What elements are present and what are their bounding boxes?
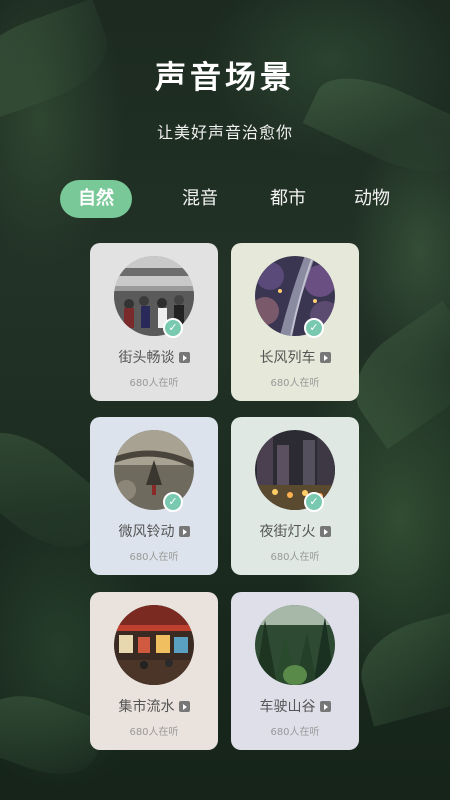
- selected-check-icon: ✓: [163, 318, 183, 338]
- tab-mix[interactable]: 混音: [164, 180, 236, 218]
- scene-card[interactable]: ✓ 街头畅谈 680人在听: [90, 243, 218, 401]
- play-icon[interactable]: [319, 526, 331, 537]
- play-icon[interactable]: [178, 352, 190, 363]
- page-header: 声音场景 让美好声音治愈你: [0, 52, 450, 143]
- listener-count: 680人在听: [129, 727, 179, 738]
- play-icon[interactable]: [178, 701, 190, 712]
- scene-name: 微风铃动: [90, 521, 218, 541]
- listener-count: 680人在听: [129, 378, 179, 389]
- play-icon[interactable]: [319, 352, 331, 363]
- selected-check-icon: ✓: [304, 492, 324, 512]
- tab-animals[interactable]: 动物: [336, 180, 408, 218]
- scene-card[interactable]: 集市流水 680人在听: [90, 592, 218, 750]
- selected-check-icon: ✓: [304, 318, 324, 338]
- scene-thumbnail: [114, 605, 194, 685]
- page-subtitle: 让美好声音治愈你: [156, 123, 293, 142]
- scene-name: 长风列车: [231, 347, 359, 367]
- tab-city[interactable]: 都市: [252, 180, 324, 218]
- scene-card[interactable]: ✓ 微风铃动 680人在听: [90, 417, 218, 575]
- selected-check-icon: ✓: [163, 492, 183, 512]
- listener-count: 680人在听: [270, 378, 320, 389]
- scene-card[interactable]: ✓ 夜街灯火 680人在听: [231, 417, 359, 575]
- scene-name: 车驶山谷: [231, 696, 359, 716]
- page-title: 声音场景: [155, 60, 295, 96]
- scene-thumbnail: [255, 605, 335, 685]
- scene-name: 街头畅谈: [90, 347, 218, 367]
- scene-card[interactable]: 车驶山谷 680人在听: [231, 592, 359, 750]
- background-leaf: [350, 603, 450, 727]
- scene-name: 夜街灯火: [231, 521, 359, 541]
- scene-name: 集市流水: [90, 696, 218, 716]
- listener-count: 680人在听: [129, 552, 179, 563]
- play-icon[interactable]: [178, 526, 190, 537]
- listener-count: 680人在听: [270, 727, 320, 738]
- listener-count: 680人在听: [270, 552, 320, 563]
- tab-nature[interactable]: 自然: [60, 180, 132, 218]
- scene-card[interactable]: ✓ 长风列车 680人在听: [231, 243, 359, 401]
- play-icon[interactable]: [319, 701, 331, 712]
- category-tabs: 自然 混音 都市 动物: [60, 180, 420, 220]
